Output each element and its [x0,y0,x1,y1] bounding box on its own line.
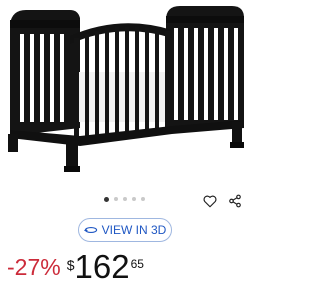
view-in-3d-button[interactable]: VIEW IN 3D [78,218,172,242]
carousel-dot[interactable] [104,196,109,202]
price-currency: $ [66,257,75,273]
carousel-indicator [104,196,145,202]
share-icon [229,194,241,208]
product-image[interactable] [0,0,250,185]
discount-percent: -27% [7,254,61,280]
price-row: -27% $ 162 65 [7,248,144,285]
3d-rotate-icon [83,225,98,235]
carousel-dot[interactable] [123,197,127,201]
share-button[interactable] [226,192,244,210]
carousel-dot[interactable] [132,197,136,201]
carousel-dot[interactable] [141,197,145,201]
carousel-dot[interactable] [114,197,118,201]
favorite-button[interactable] [201,192,219,210]
view-in-3d-label: VIEW IN 3D [101,223,167,237]
price-whole: 162 [74,248,130,285]
price-cents: 65 [130,257,144,271]
heart-icon [203,195,217,207]
